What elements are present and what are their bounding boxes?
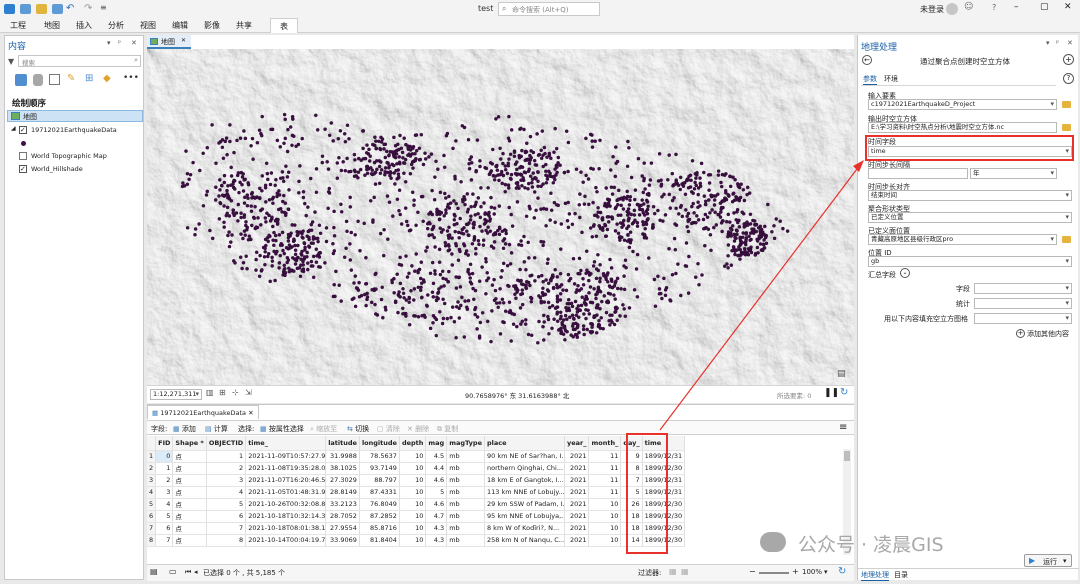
watermark: 公众号 · 凌晨GIS: [760, 524, 1040, 560]
wechat-icon: [760, 532, 786, 552]
watermark-text: 公众号 · 凌晨GIS: [798, 534, 944, 556]
annotation-arrow: [659, 160, 864, 431]
arrow-line: [659, 164, 861, 431]
arrow-head: [853, 160, 864, 172]
